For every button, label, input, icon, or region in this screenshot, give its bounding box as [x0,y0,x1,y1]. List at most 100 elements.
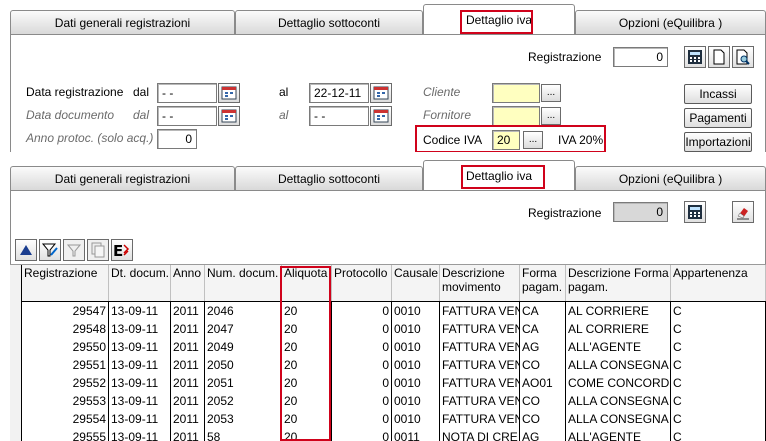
registrazione-field[interactable]: 0 [613,47,668,67]
column-header-protocollo[interactable]: Protocollo [332,265,392,301]
tab-opzioni[interactable]: Opzioni (eQuilibra ) [575,166,766,190]
column-header-anno[interactable]: Anno [171,265,205,301]
cell-registrazione: 29547 [22,302,109,320]
data-registrazione-dal-label: dal [133,85,150,99]
table-row[interactable]: 29555 13-09-11 2011 58 20 0 0011 NOTA DI CRE AG A… [10,428,766,441]
codice-iva-label: Codice IVA [423,133,483,147]
table-row[interactable]: 29553 13-09-11 2011 2052 20 0 0010 FATTURA VEN C… [10,392,766,410]
codice-iva-field[interactable]: 20 [492,130,520,150]
cell-causale: 0010 [392,392,440,410]
cell-dt-docum: 13-09-11 [109,410,171,428]
table-row[interactable]: 29550 13-09-11 2011 2049 20 0 0010 FATTURA VEN A… [10,338,766,356]
search-document-icon [736,49,750,65]
cell-forma-pagam: AG [520,428,566,441]
cell-dt-docum: 13-09-11 [109,374,171,392]
data-documento-al-field[interactable]: - - [309,106,369,126]
calculator-icon [688,205,702,219]
table-row[interactable]: 29552 13-09-11 2011 2051 20 0 0010 FATTURA VEN A… [10,374,766,392]
edit-filter-button[interactable] [39,239,61,261]
column-header-forma-pagam[interactable]: Forma pagam. [520,265,566,301]
cell-descrizione-forma-pagam: ALL'AGENTE [566,428,671,441]
data-documento-dal-field[interactable]: - - [157,106,217,126]
calendar-icon [221,109,237,123]
cliente-field[interactable] [492,83,540,103]
cell-dt-docum: 13-09-11 [109,428,171,441]
codice-iva-description: IVA 20% [558,133,604,147]
calendar-icon [373,86,389,100]
column-header-registrazione[interactable]: Registrazione [22,265,109,301]
tab-dettaglio-sottoconti[interactable]: Dettaglio sottoconti [235,10,423,34]
calculator-button[interactable] [684,46,706,68]
cliente-lookup-button[interactable]: ... [541,84,561,102]
cell-aliquota: 20 [282,320,332,338]
cell-forma-pagam: AO01 [520,374,566,392]
importazioni-button[interactable]: Importazioni [684,132,752,152]
cell-appartenenza: C [671,320,766,338]
table-row[interactable]: 29548 13-09-11 2011 2047 20 0 0010 FATTURA VEN C… [10,320,766,338]
calendar-button[interactable] [370,83,392,103]
cell-protocollo: 0 [332,410,392,428]
incassi-button[interactable]: Incassi [684,84,752,104]
tab-opzioni[interactable]: Opzioni (eQuilibra ) [575,10,766,34]
cell-registrazione: 29552 [22,374,109,392]
codice-iva-lookup-button[interactable]: ... [523,131,543,149]
column-header-descrizione-forma-pagam[interactable]: Descrizione Forma pagam. [566,265,671,301]
eraser-button[interactable] [732,201,754,223]
cell-forma-pagam: CO [520,356,566,374]
tab-dettaglio-iva[interactable]: Dettaglio iva [423,160,575,190]
calendar-button[interactable] [370,106,392,126]
calculator-button[interactable] [684,201,706,223]
tab-dati-generali[interactable]: Dati generali registrazioni [10,10,235,34]
table-row[interactable]: 29554 13-09-11 2011 2053 20 0 0010 FATTURA VEN C… [10,410,766,428]
export-button[interactable]: E [111,239,133,261]
table-row[interactable]: 29547 13-09-11 2011 2046 20 0 0010 FATTURA VEN C… [10,302,766,320]
cell-forma-pagam: CA [520,320,566,338]
cell-registrazione: 29551 [22,356,109,374]
cell-protocollo: 0 [332,392,392,410]
cell-num-docum: 2049 [205,338,282,356]
cell-forma-pagam: CO [520,392,566,410]
registrazione-field[interactable]: 0 [613,202,668,222]
descrizione-movimento-line1: Descrizione [442,266,505,280]
pagamenti-button[interactable]: Pagamenti [684,108,752,128]
column-header-descrizione-movimento[interactable]: Descrizione movimento [440,265,520,301]
cell-descrizione-movimento: FATTURA VEN [442,320,520,338]
table-row[interactable]: 29551 13-09-11 2011 2050 20 0 0010 FATTURA VEN C… [10,356,766,374]
cell-descrizione-movimento: FATTURA VEN [442,338,520,356]
fornitore-lookup-button[interactable]: ... [541,107,561,125]
cell-descrizione-movimento: FATTURA VEN [442,356,520,374]
column-header-causale[interactable]: Causale [392,265,440,301]
sort-up-button[interactable] [15,239,37,261]
anno-protoc-field[interactable]: 0 [157,129,197,149]
data-documento-dal-label: dal [133,108,150,122]
new-document-button[interactable] [708,46,730,68]
svg-text:E: E [113,242,123,258]
cell-num-docum: 2046 [205,302,282,320]
forma-pagam-line2: pagam. [522,280,563,294]
cell-anno: 2011 [171,428,205,441]
column-header-appartenenza[interactable]: Appartenenza [671,265,766,301]
tab-dettaglio-sottoconti[interactable]: Dettaglio sottoconti [235,166,423,190]
tab-dettaglio-iva[interactable]: Dettaglio iva [423,4,575,34]
fornitore-label: Fornitore [423,108,472,122]
fornitore-field[interactable] [492,106,540,126]
column-header-num-docum[interactable]: Num. docum. [205,265,282,301]
cell-protocollo: 0 [332,428,392,441]
data-registrazione-dal-field[interactable]: - - [157,83,217,103]
copy-button[interactable] [87,239,109,261]
calendar-button[interactable] [218,106,240,126]
column-header-dt-docum[interactable]: Dt. docum. [109,265,171,301]
iva-grid: Registrazione Dt. docum. Anno Num. docum… [10,264,766,441]
column-header-aliquota[interactable]: Aliquota [282,265,332,301]
calendar-button[interactable] [218,83,240,103]
cell-descrizione-forma-pagam: COME CONCORD [568,374,671,392]
cell-causale: 0010 [392,356,440,374]
cell-descrizione-movimento: FATTURA VEN [442,392,520,410]
cell-num-docum: 2047 [205,320,282,338]
forma-pagam-line1: Forma [522,266,557,280]
data-registrazione-al-field[interactable]: 22-12-11 [309,83,369,103]
search-document-button[interactable] [732,46,754,68]
filter-button[interactable] [63,239,85,261]
cell-anno: 2011 [171,302,205,320]
tab-dati-generali[interactable]: Dati generali registrazioni [10,166,235,190]
